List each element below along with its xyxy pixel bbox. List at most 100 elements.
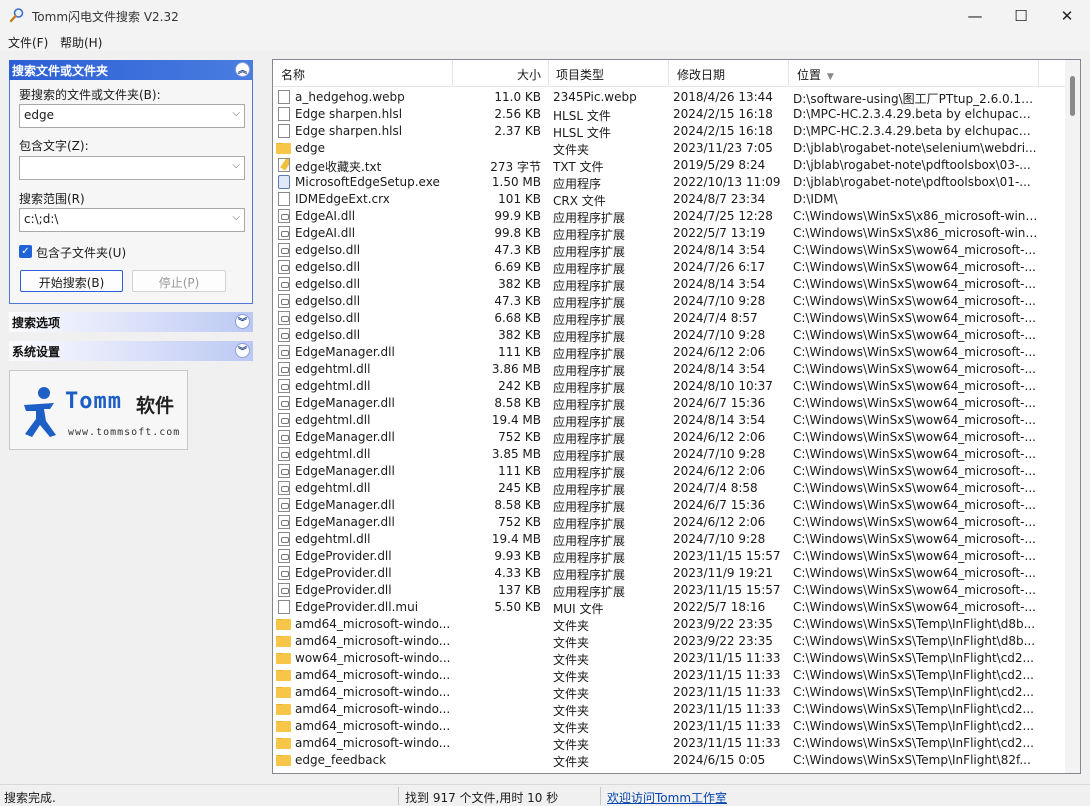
maximize-button[interactable]: ☐ <box>998 0 1044 31</box>
menu-help[interactable]: 帮助(H) <box>60 34 102 51</box>
tomm-studio-link[interactable]: 欢迎访问Tomm工作室 <box>607 789 727 806</box>
search-panel-header[interactable]: 搜索文件或文件夹 ︽ <box>9 60 253 80</box>
table-row[interactable]: EdgeManager.dll 8.58 KB 应用程序扩展 2024/6/7 15:… <box>273 497 1066 514</box>
col-name[interactable]: 名称 <box>273 60 453 86</box>
table-row[interactable]: EdgeProvider.dll.mui 5.50 KB MUI 文件 2022/5/… <box>273 599 1066 616</box>
table-row[interactable]: edgeIso.dll 382 KB 应用程序扩展 2024/8/14 3:54 C:\… <box>273 276 1066 293</box>
file-icon <box>278 192 290 206</box>
table-row[interactable]: EdgeAI.dll 99.9 KB 应用程序扩展 2024/7/25 12:28 C:… <box>273 208 1066 225</box>
table-row[interactable]: amd64_microsoft-windo... 文件夹 2023/9/22 23:… <box>273 633 1066 650</box>
table-row[interactable]: EdgeAI.dll 99.8 KB 应用程序扩展 2022/5/7 13:19 C:\… <box>273 225 1066 242</box>
file-type: 文件夹 <box>553 636 590 650</box>
table-row[interactable]: edgeIso.dll 6.68 KB 应用程序扩展 2024/7/4 8:57 C:\… <box>273 310 1066 327</box>
file-size: 2.56 KB <box>494 107 541 121</box>
table-row[interactable]: amd64_microsoft-windo... 文件夹 2023/11/15 11… <box>273 735 1066 752</box>
file-location: C:\Windows\WinSxS\wow64_microsoft-... <box>793 277 1036 291</box>
stop-button[interactable]: 停止(P) <box>132 270 226 292</box>
expand-chevron-icon[interactable]: ︾ <box>235 314 250 329</box>
file-name: edgeIso.dll <box>295 294 361 308</box>
folder-icon <box>276 704 291 715</box>
table-row[interactable]: amd64_microsoft-windo... 文件夹 2023/11/15 11… <box>273 701 1066 718</box>
chevron-down-icon[interactable]: ⌵ <box>232 212 240 223</box>
col-date[interactable]: 修改日期 <box>669 60 789 86</box>
table-row[interactable]: edgeIso.dll 6.69 KB 应用程序扩展 2024/7/26 6:17 C:… <box>273 259 1066 276</box>
table-row[interactable]: EdgeProvider.dll 137 KB 应用程序扩展 2023/11/15 1… <box>273 582 1066 599</box>
table-row[interactable]: amd64_microsoft-windo... 文件夹 2023/9/22 23:… <box>273 616 1066 633</box>
table-row[interactable]: EdgeManager.dll 111 KB 应用程序扩展 2024/6/12 2:0… <box>273 344 1066 361</box>
table-row[interactable]: edgeIso.dll 47.3 KB 应用程序扩展 2024/8/14 3:54 C:… <box>273 242 1066 259</box>
table-row[interactable]: edge收藏夹.txt 273 字节 TXT 文件 2019/5/29 8:24 D:\… <box>273 157 1066 174</box>
table-row[interactable]: edgehtml.dll 19.4 MB 应用程序扩展 2024/8/14 3:54 C… <box>273 412 1066 429</box>
tomm-logo[interactable]: Tomm 软件 www.tommsoft.com <box>9 370 188 450</box>
expand-chevron-icon[interactable]: ︾ <box>235 343 250 358</box>
file-location: C:\Windows\WinSxS\wow64_microsoft-... <box>793 345 1036 359</box>
table-row[interactable]: EdgeManager.dll 111 KB 应用程序扩展 2024/6/12 2:0… <box>273 463 1066 480</box>
dll-icon <box>278 362 290 376</box>
table-row[interactable]: edgehtml.dll 3.86 MB 应用程序扩展 2024/8/14 3:54 C… <box>273 361 1066 378</box>
file-location: C:\Windows\WinSxS\Temp\InFlight\82f... <box>793 753 1031 767</box>
text-combobox[interactable]: ⌵ <box>19 156 245 180</box>
file-date: 2024/8/7 23:34 <box>673 192 766 206</box>
table-row[interactable]: EdgeManager.dll 8.58 KB 应用程序扩展 2024/6/7 15:… <box>273 395 1066 412</box>
menu-file[interactable]: 文件(F) <box>8 34 48 51</box>
table-row[interactable]: EdgeProvider.dll 4.33 KB 应用程序扩展 2023/11/9 1… <box>273 565 1066 582</box>
vertical-scrollbar[interactable] <box>1065 60 1080 773</box>
file-type: 2345Pic.webp <box>553 90 637 104</box>
results-list[interactable]: 名称 大小 项目类型 修改日期 位置 ▼ a_hedgehog.webp 11.0… <box>272 59 1081 774</box>
table-row[interactable]: edgehtml.dll 19.4 MB 应用程序扩展 2024/7/10 9:28 C… <box>273 531 1066 548</box>
file-location: C:\Windows\WinSxS\x86_microsoft-wind... <box>793 226 1038 240</box>
table-row[interactable]: edgeIso.dll 382 KB 应用程序扩展 2024/7/10 9:28 C:\… <box>273 327 1066 344</box>
table-row[interactable]: amd64_microsoft-windo... 文件夹 2023/11/15 11… <box>273 667 1066 684</box>
file-size: 273 字节 <box>490 160 541 174</box>
name-combobox[interactable]: edge ⌵ <box>19 104 245 128</box>
logo-brand: Tomm <box>65 389 122 414</box>
table-row[interactable]: MicrosoftEdgeSetup.exe 1.50 MB 应用程序 2022/10… <box>273 174 1066 191</box>
file-icon <box>278 90 290 104</box>
file-date: 2022/10/13 11:09 <box>673 175 781 189</box>
file-name: amd64_microsoft-windo... <box>295 617 451 631</box>
start-search-button[interactable]: 开始搜索(B) <box>20 270 123 292</box>
minimize-button[interactable]: — <box>952 0 998 31</box>
system-settings-header[interactable]: 系统设置 ︾ <box>9 341 253 361</box>
table-row[interactable]: Edge sharpen.hlsl 2.56 KB HLSL 文件 2024/2/15… <box>273 106 1066 123</box>
dll-icon <box>278 481 290 495</box>
chevron-down-icon[interactable]: ⌵ <box>232 108 240 119</box>
search-panel: 要搜索的文件或文件夹(B): edge ⌵ 包含文字(Z): ⌵ 搜索范围(R)… <box>9 80 253 304</box>
table-row[interactable]: EdgeManager.dll 752 KB 应用程序扩展 2024/6/12 2:0… <box>273 514 1066 531</box>
file-date: 2024/8/10 10:37 <box>673 379 773 393</box>
table-row[interactable]: amd64_microsoft-windo... 文件夹 2023/11/15 11… <box>273 718 1066 735</box>
dll-icon <box>278 430 290 444</box>
table-row[interactable]: edge_feedback 文件夹 2024/6/15 0:05 C:\Windows… <box>273 752 1066 769</box>
table-row[interactable]: edgehtml.dll 245 KB 应用程序扩展 2024/7/4 8:58 C:\… <box>273 480 1066 497</box>
table-row[interactable]: EdgeManager.dll 752 KB 应用程序扩展 2024/6/12 2:0… <box>273 429 1066 446</box>
file-type: 文件夹 <box>553 670 590 684</box>
scope-combobox[interactable]: c:\;d:\ ⌵ <box>19 208 245 232</box>
table-row[interactable]: EdgeProvider.dll 9.93 KB 应用程序扩展 2023/11/15 … <box>273 548 1066 565</box>
file-date: 2022/5/7 18:16 <box>673 600 766 614</box>
file-location: C:\Windows\WinSxS\wow64_microsoft-... <box>793 532 1036 546</box>
table-row[interactable]: edgehtml.dll 242 KB 应用程序扩展 2024/8/10 10:37 C… <box>273 378 1066 395</box>
table-row[interactable]: edge 文件夹 2023/11/23 7:05 D:\jblab\rogabet-n… <box>273 140 1066 157</box>
file-date: 2024/7/10 9:28 <box>673 294 766 308</box>
table-row[interactable]: edgehtml.dll 3.85 MB 应用程序扩展 2024/7/10 9:28 C… <box>273 446 1066 463</box>
col-location[interactable]: 位置 ▼ <box>789 60 1039 86</box>
file-name: amd64_microsoft-windo... <box>295 668 451 682</box>
table-row[interactable]: amd64_microsoft-windo... 文件夹 2023/11/15 11… <box>273 684 1066 701</box>
file-size: 101 KB <box>498 192 541 206</box>
table-row[interactable]: IDMEdgeExt.crx 101 KB CRX 文件 2024/8/7 23:34… <box>273 191 1066 208</box>
scrollbar-thumb[interactable] <box>1070 76 1075 116</box>
table-row[interactable]: edgeIso.dll 47.3 KB 应用程序扩展 2024/7/10 9:28 C:… <box>273 293 1066 310</box>
col-size[interactable]: 大小 <box>453 60 549 86</box>
subfolder-checkbox[interactable]: ✓ <box>19 245 32 258</box>
dll-icon <box>278 226 290 240</box>
table-row[interactable]: Edge sharpen.hlsl 2.37 KB HLSL 文件 2024/2/15… <box>273 123 1066 140</box>
table-row[interactable]: wow64_microsoft-windo... 文件夹 2023/11/15 11… <box>273 650 1066 667</box>
col-type[interactable]: 项目类型 <box>549 60 669 86</box>
collapse-chevron-icon[interactable]: ︽ <box>235 62 250 77</box>
close-button[interactable]: ✕ <box>1044 0 1090 31</box>
search-options-header[interactable]: 搜索选项 ︾ <box>9 312 253 332</box>
table-row[interactable]: a_hedgehog.webp 11.0 KB 2345Pic.webp 2018/4… <box>273 89 1066 106</box>
dll-icon <box>278 515 290 529</box>
chevron-down-icon[interactable]: ⌵ <box>232 160 240 171</box>
file-name: edgehtml.dll <box>295 481 371 495</box>
